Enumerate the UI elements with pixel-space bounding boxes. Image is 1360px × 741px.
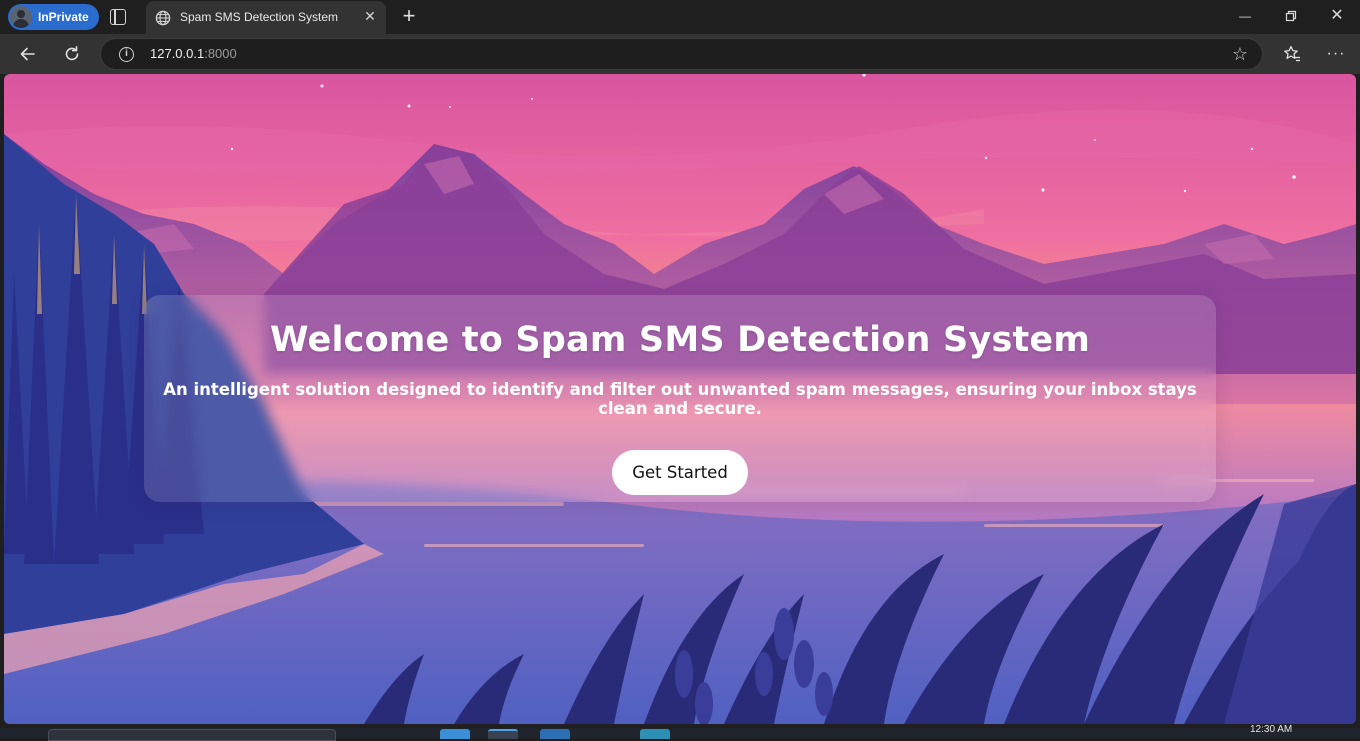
taskbar-search[interactable]	[48, 729, 336, 741]
title-bar: InPrivate Spam SMS Detection System ✕ + …	[0, 0, 1360, 34]
close-icon[interactable]: ✕	[362, 8, 378, 24]
star-icon[interactable]: ☆	[1232, 44, 1248, 65]
url-host: 127.0.0.1	[150, 46, 205, 61]
address-bar[interactable]: i 127.0.0.1:8000 ☆	[100, 38, 1263, 70]
favorites-icon[interactable]	[1282, 44, 1302, 64]
get-started-button[interactable]: Get Started	[612, 450, 748, 495]
info-icon[interactable]: i	[119, 47, 134, 62]
taskbar-clock: 12:30 AM	[1250, 724, 1293, 735]
close-window-icon[interactable]: ✕	[1329, 8, 1345, 24]
page-viewport: Welcome to Spam SMS Detection System An …	[4, 74, 1356, 724]
inprivate-label: InPrivate	[38, 10, 89, 24]
page-title: Welcome to Spam SMS Detection System	[269, 320, 1091, 360]
inprivate-badge[interactable]: InPrivate	[8, 4, 99, 30]
more-icon[interactable]: ···	[1326, 44, 1346, 64]
tab-active[interactable]: Spam SMS Detection System ✕	[146, 1, 386, 34]
hero-subtitle: An intelligent solution designed to iden…	[163, 380, 1197, 418]
url-text: 127.0.0.1:8000	[150, 46, 237, 61]
refresh-icon[interactable]	[62, 44, 82, 64]
minimize-icon[interactable]: —	[1237, 8, 1253, 24]
url-port: :8000	[204, 46, 237, 61]
plus-icon[interactable]: +	[398, 5, 420, 27]
tab-title: Spam SMS Detection System	[180, 10, 339, 24]
globe-icon	[155, 10, 171, 26]
hero-card: Welcome to Spam SMS Detection System An …	[144, 295, 1216, 502]
navigation-bar: i 127.0.0.1:8000 ☆ ···	[0, 34, 1360, 74]
taskbar: 12:30 AM	[0, 724, 1360, 741]
avatar	[10, 6, 32, 28]
back-icon[interactable]	[18, 44, 38, 64]
tab-actions-icon[interactable]	[110, 9, 126, 25]
restore-icon[interactable]	[1283, 8, 1299, 24]
